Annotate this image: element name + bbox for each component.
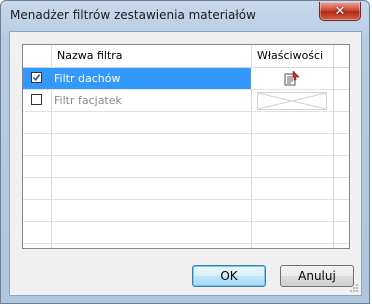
properties-cell xyxy=(251,90,333,111)
empty-row xyxy=(23,222,349,244)
ok-button[interactable]: OK xyxy=(192,265,266,287)
empty-row xyxy=(23,178,349,200)
filter-grid[interactable]: Nazwa filtra Właściwości Filtr dachów Fi… xyxy=(22,44,350,249)
empty-row xyxy=(23,200,349,222)
empty-row xyxy=(23,134,349,156)
cancel-button[interactable]: Anuluj xyxy=(280,265,354,287)
header-divider xyxy=(51,45,52,67)
table-row[interactable]: Filtr facjatek xyxy=(23,90,349,112)
check-cell xyxy=(23,90,51,111)
properties-cell xyxy=(251,68,333,89)
empty-row xyxy=(23,156,349,178)
dialog-client-area: Nazwa filtra Właściwości Filtr dachów Fi… xyxy=(9,31,362,296)
dialog-window: Menadżer filtrów zestawienia materiałów … xyxy=(0,0,370,304)
title-bar[interactable]: Menadżer filtrów zestawienia materiałów … xyxy=(1,1,369,31)
close-icon: ✕ xyxy=(334,3,346,19)
filter-name[interactable]: Filtr facjatek xyxy=(51,90,251,111)
table-row[interactable]: Filtr dachów xyxy=(23,68,349,90)
row-checkbox[interactable] xyxy=(31,72,42,83)
column-header-properties[interactable]: Właściwości xyxy=(257,49,323,62)
header-divider xyxy=(251,45,252,67)
check-icon xyxy=(32,74,41,82)
properties-icon[interactable] xyxy=(284,71,300,86)
filter-name[interactable]: Filtr dachów xyxy=(51,68,251,89)
grid-header: Nazwa filtra Właściwości xyxy=(23,45,349,68)
column-header-name[interactable]: Nazwa filtra xyxy=(57,49,123,62)
row-checkbox[interactable] xyxy=(31,94,42,105)
resize-grip-icon[interactable] xyxy=(349,283,359,293)
dialog-title: Menadżer filtrów zestawienia materiałów xyxy=(10,8,256,22)
close-button[interactable]: ✕ xyxy=(319,2,361,21)
disabled-cross-icon xyxy=(257,92,327,110)
empty-row xyxy=(23,112,349,134)
check-cell xyxy=(23,68,51,89)
header-divider xyxy=(333,45,334,67)
